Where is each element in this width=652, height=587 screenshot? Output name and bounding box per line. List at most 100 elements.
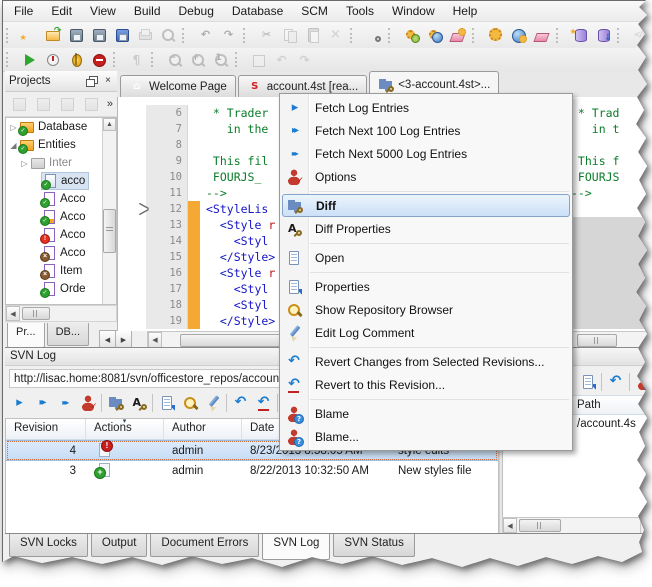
menu-edit[interactable]: Edit <box>42 2 81 21</box>
menu-tools[interactable]: Tools <box>337 2 383 21</box>
expander-collapsed-icon[interactable]: ▷ <box>19 159 30 168</box>
svn-paths-hscrollbar[interactable]: ◀ <box>502 517 641 534</box>
projects-hscrollbar[interactable]: ◀ <box>5 305 117 322</box>
build-button[interactable] <box>400 25 423 46</box>
menu-help[interactable]: Help <box>444 2 487 21</box>
tree-item-item[interactable]: Item <box>6 262 116 280</box>
edit-log-comment-button[interactable] <box>201 392 224 414</box>
menu-file[interactable]: File <box>5 2 42 21</box>
link-button[interactable] <box>507 25 530 46</box>
menu-item-fetch-log-entries[interactable]: ▸ Fetch Log Entries <box>280 96 572 119</box>
tree-item-acco[interactable]: Acco <box>6 190 116 208</box>
tree-item-entities[interactable]: ◢Entities <box>6 136 116 154</box>
bottom-tab-document-errors[interactable]: Document Errors <box>150 534 260 557</box>
menu-item-open[interactable]: Open <box>280 246 572 269</box>
menu-item-revert-changes-from-selected-revisions[interactable]: ↶ Revert Changes from Selected Revisions.… <box>280 350 572 373</box>
tree-item-acco[interactable]: Acco <box>6 208 116 226</box>
float-panel-icon[interactable] <box>85 75 99 88</box>
schedule-button[interactable] <box>41 49 64 70</box>
menu-item-options[interactable]: Options <box>280 165 572 189</box>
menu-view[interactable]: View <box>81 2 125 21</box>
save-all-button[interactable] <box>110 25 133 46</box>
editor-tab-welcome-page[interactable]: ⌂ Welcome Page <box>120 75 236 97</box>
diff-button[interactable] <box>104 392 127 414</box>
tree-item-acco[interactable]: acco <box>6 172 116 190</box>
debug-button[interactable] <box>64 49 87 70</box>
bottom-tab-svn-status[interactable]: SVN Status <box>333 534 415 557</box>
scroll-thumb[interactable] <box>103 209 116 253</box>
table-row-revision-3[interactable]: 3 admin 8/22/2013 10:32:50 AM New styles fi… <box>6 461 498 481</box>
rebuild-button[interactable] <box>423 25 446 46</box>
revert-revision-button[interactable]: ↶ <box>252 392 275 414</box>
column-header-revision[interactable]: Revision <box>6 419 86 439</box>
code-line[interactable]: This f <box>561 153 647 169</box>
fetch-100-button[interactable]: ▸▸ <box>30 392 53 414</box>
compile-button[interactable] <box>484 25 507 46</box>
projects-tab-pr[interactable]: Pr... <box>7 323 45 348</box>
menu-window[interactable]: Window <box>383 2 444 21</box>
form-preview-button[interactable] <box>362 25 385 46</box>
close-panel-icon[interactable]: × <box>101 75 115 88</box>
bottom-tab-svn-log[interactable]: SVN Log <box>262 534 331 560</box>
save-button[interactable] <box>64 25 87 46</box>
options-button[interactable] <box>76 392 99 415</box>
open-folder-button[interactable] <box>41 23 64 46</box>
stop-button[interactable] <box>87 49 110 70</box>
projects-tree-vscrollbar[interactable]: ▲ <box>102 118 116 304</box>
menu-item-diff-properties[interactable]: A Diff Properties <box>280 217 572 240</box>
code-line[interactable]: in t <box>561 121 647 137</box>
menu-item-blame[interactable]: Blame... <box>280 425 572 448</box>
new-database-button[interactable] <box>568 24 591 46</box>
projects-tab-db[interactable]: DB... <box>46 323 90 346</box>
new-file-button[interactable] <box>18 25 41 46</box>
bottom-tab-svn-locks[interactable]: SVN Locks <box>9 534 88 557</box>
bottom-tab-output[interactable]: Output <box>90 534 148 557</box>
run-button[interactable] <box>18 49 41 70</box>
column-header-author[interactable]: Author <box>164 419 242 439</box>
code-line[interactable]: * Trad <box>561 105 647 121</box>
menu-debug[interactable]: Debug <box>170 2 223 21</box>
save-as-button[interactable] <box>87 25 110 46</box>
properties-button[interactable] <box>576 371 599 393</box>
code-line[interactable]: FOURJS <box>561 169 647 185</box>
tree-item-database[interactable]: ▷Database <box>6 118 116 136</box>
scroll-left-icon[interactable]: ◀ <box>148 332 162 348</box>
diff-properties-button[interactable]: A <box>127 392 150 414</box>
menu-database[interactable]: Database <box>223 2 292 21</box>
tree-item-inter[interactable]: ▷ Inter <box>6 154 116 172</box>
menu-item-properties[interactable]: Properties <box>280 275 572 298</box>
menu-scm[interactable]: SCM <box>292 2 337 21</box>
projects-tree[interactable]: ▷Database◢Entities ▷ Inter acco Acco Acco Acco… <box>5 117 117 305</box>
column-header-actions[interactable]: Actions ▾ <box>86 419 164 439</box>
clean-button[interactable] <box>446 25 469 46</box>
scroll-left-icon[interactable]: ◀ <box>6 306 20 321</box>
database-sync-button[interactable] <box>591 25 614 46</box>
menu-item-fetch-next-100-log-entries[interactable]: ▸▸ Fetch Next 100 Log Entries <box>280 119 572 142</box>
code-line[interactable]: --> <box>561 185 647 201</box>
menu-item-revert-to-this-revision[interactable]: ↶ Revert to this Revision... <box>280 373 572 396</box>
repository-browser-button[interactable] <box>178 392 201 414</box>
tree-item-acco[interactable]: Acco <box>6 244 116 262</box>
menu-item-blame[interactable]: Blame <box>280 402 572 425</box>
properties-button[interactable] <box>155 392 178 414</box>
toolbar-overflow-icon[interactable]: » <box>107 98 115 110</box>
menu-item-diff[interactable]: Diff <box>282 194 570 217</box>
scroll-up-icon[interactable]: ▲ <box>103 118 116 131</box>
revert-button[interactable]: ↶ <box>229 392 252 414</box>
code-line[interactable] <box>561 137 647 153</box>
diff-right-pane[interactable]: * Trad in t This f FOURJS --> <box>560 97 647 331</box>
tree-item-orde[interactable]: Orde <box>6 280 116 298</box>
menu-item-edit-log-comment[interactable]: Edit Log Comment <box>280 321 572 344</box>
menu-build[interactable]: Build <box>125 2 170 21</box>
scroll-thumb[interactable] <box>519 519 561 532</box>
revert-button[interactable]: ↶ <box>604 371 627 393</box>
menu-item-fetch-next-5000-log-entries[interactable]: ▸▸▸ Fetch Next 5000 Log Entries <box>280 142 572 165</box>
scroll-left-icon[interactable]: ◀ <box>503 518 517 533</box>
fetch-5000-button[interactable]: ▸▸▸ <box>53 392 76 414</box>
clean-all-button[interactable] <box>530 25 553 46</box>
fetch-log-button[interactable]: ▸ <box>7 392 30 414</box>
tree-item-acco[interactable]: Acco <box>6 226 116 244</box>
scroll-thumb[interactable] <box>22 307 50 320</box>
menu-item-show-repository-browser[interactable]: Show Repository Browser <box>280 298 572 321</box>
scroll-thumb[interactable] <box>577 333 617 347</box>
